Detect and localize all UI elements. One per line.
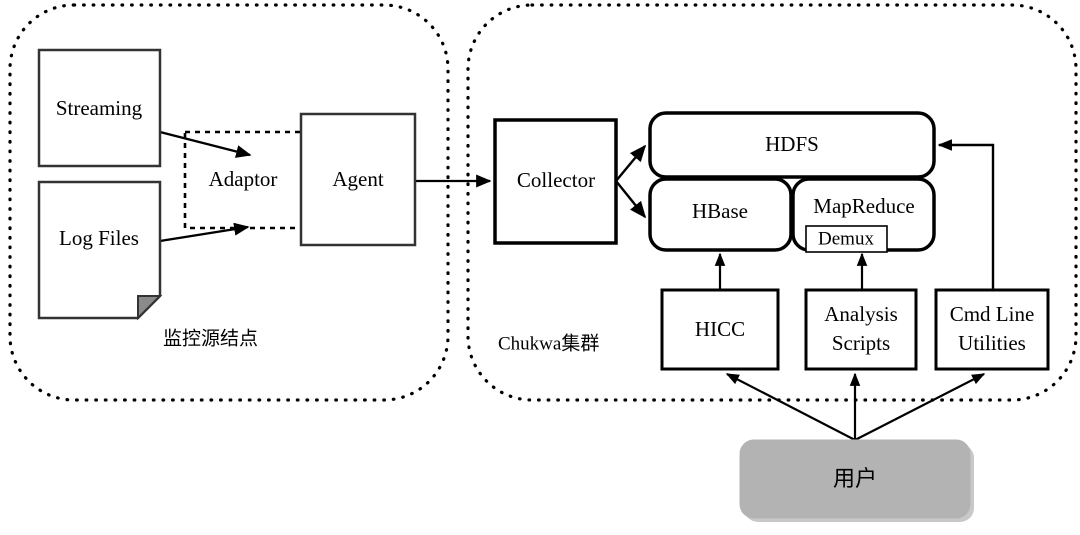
node-hicc[interactable]: HICC [660, 288, 780, 371]
node-user[interactable]: 用户 [739, 439, 974, 522]
demux-label: Demux [818, 228, 874, 249]
edge-user-to-cmdline [854, 373, 986, 441]
node-agent[interactable]: Agent [299, 112, 417, 247]
hicc-label: HICC [695, 317, 745, 341]
monitor-source-zone-label: 监控源结点 [163, 327, 258, 349]
edge-collector-to-hdfs [615, 144, 647, 182]
node-analysis-scripts[interactable]: Analysis Scripts [804, 288, 918, 371]
cmd-line-utilities-label-line1: Cmd Line [950, 302, 1035, 326]
node-log-files[interactable]: Log Files [37, 180, 163, 321]
hdfs-label: HDFS [765, 132, 819, 156]
node-hdfs[interactable]: HDFS [648, 111, 936, 179]
log-files-label: Log Files [59, 226, 139, 250]
adaptor-label: Adaptor [209, 167, 278, 191]
node-demux[interactable]: Demux [805, 225, 888, 253]
agent-label: Agent [332, 167, 383, 191]
node-cmd-line-utilities[interactable]: Cmd Line Utilities [934, 288, 1050, 371]
chukwa-architecture-diagram: Streaming Log Files Adaptor Agent Collec… [8, 3, 1078, 522]
node-streaming[interactable]: Streaming [37, 48, 162, 168]
edge-streaming-to-adaptor [159, 130, 252, 158]
node-adaptor[interactable]: Adaptor [183, 130, 304, 230]
cmd-line-utilities-label-line2: Utilities [958, 331, 1026, 355]
diagram-canvas: Streaming Log Files Adaptor Agent Collec… [0, 0, 1080, 535]
chukwa-cluster-zone-label: Chukwa集群 [498, 332, 599, 354]
log-files-fold-icon [137, 295, 163, 321]
user-label: 用户 [833, 466, 877, 491]
edge-collector-to-hbase [615, 180, 647, 219]
analysis-scripts-label-line2: Scripts [832, 331, 890, 355]
analysis-scripts-label-line1: Analysis [824, 302, 898, 326]
node-collector[interactable]: Collector [493, 118, 618, 245]
hbase-label: HBase [692, 199, 748, 223]
edge-cmdline-to-hdfs [937, 139, 995, 290]
edge-user-to-hicc [725, 373, 856, 441]
collector-label: Collector [517, 168, 595, 192]
node-hbase[interactable]: HBase [648, 177, 793, 252]
streaming-label: Streaming [56, 96, 143, 120]
mapreduce-label: MapReduce [813, 194, 914, 218]
